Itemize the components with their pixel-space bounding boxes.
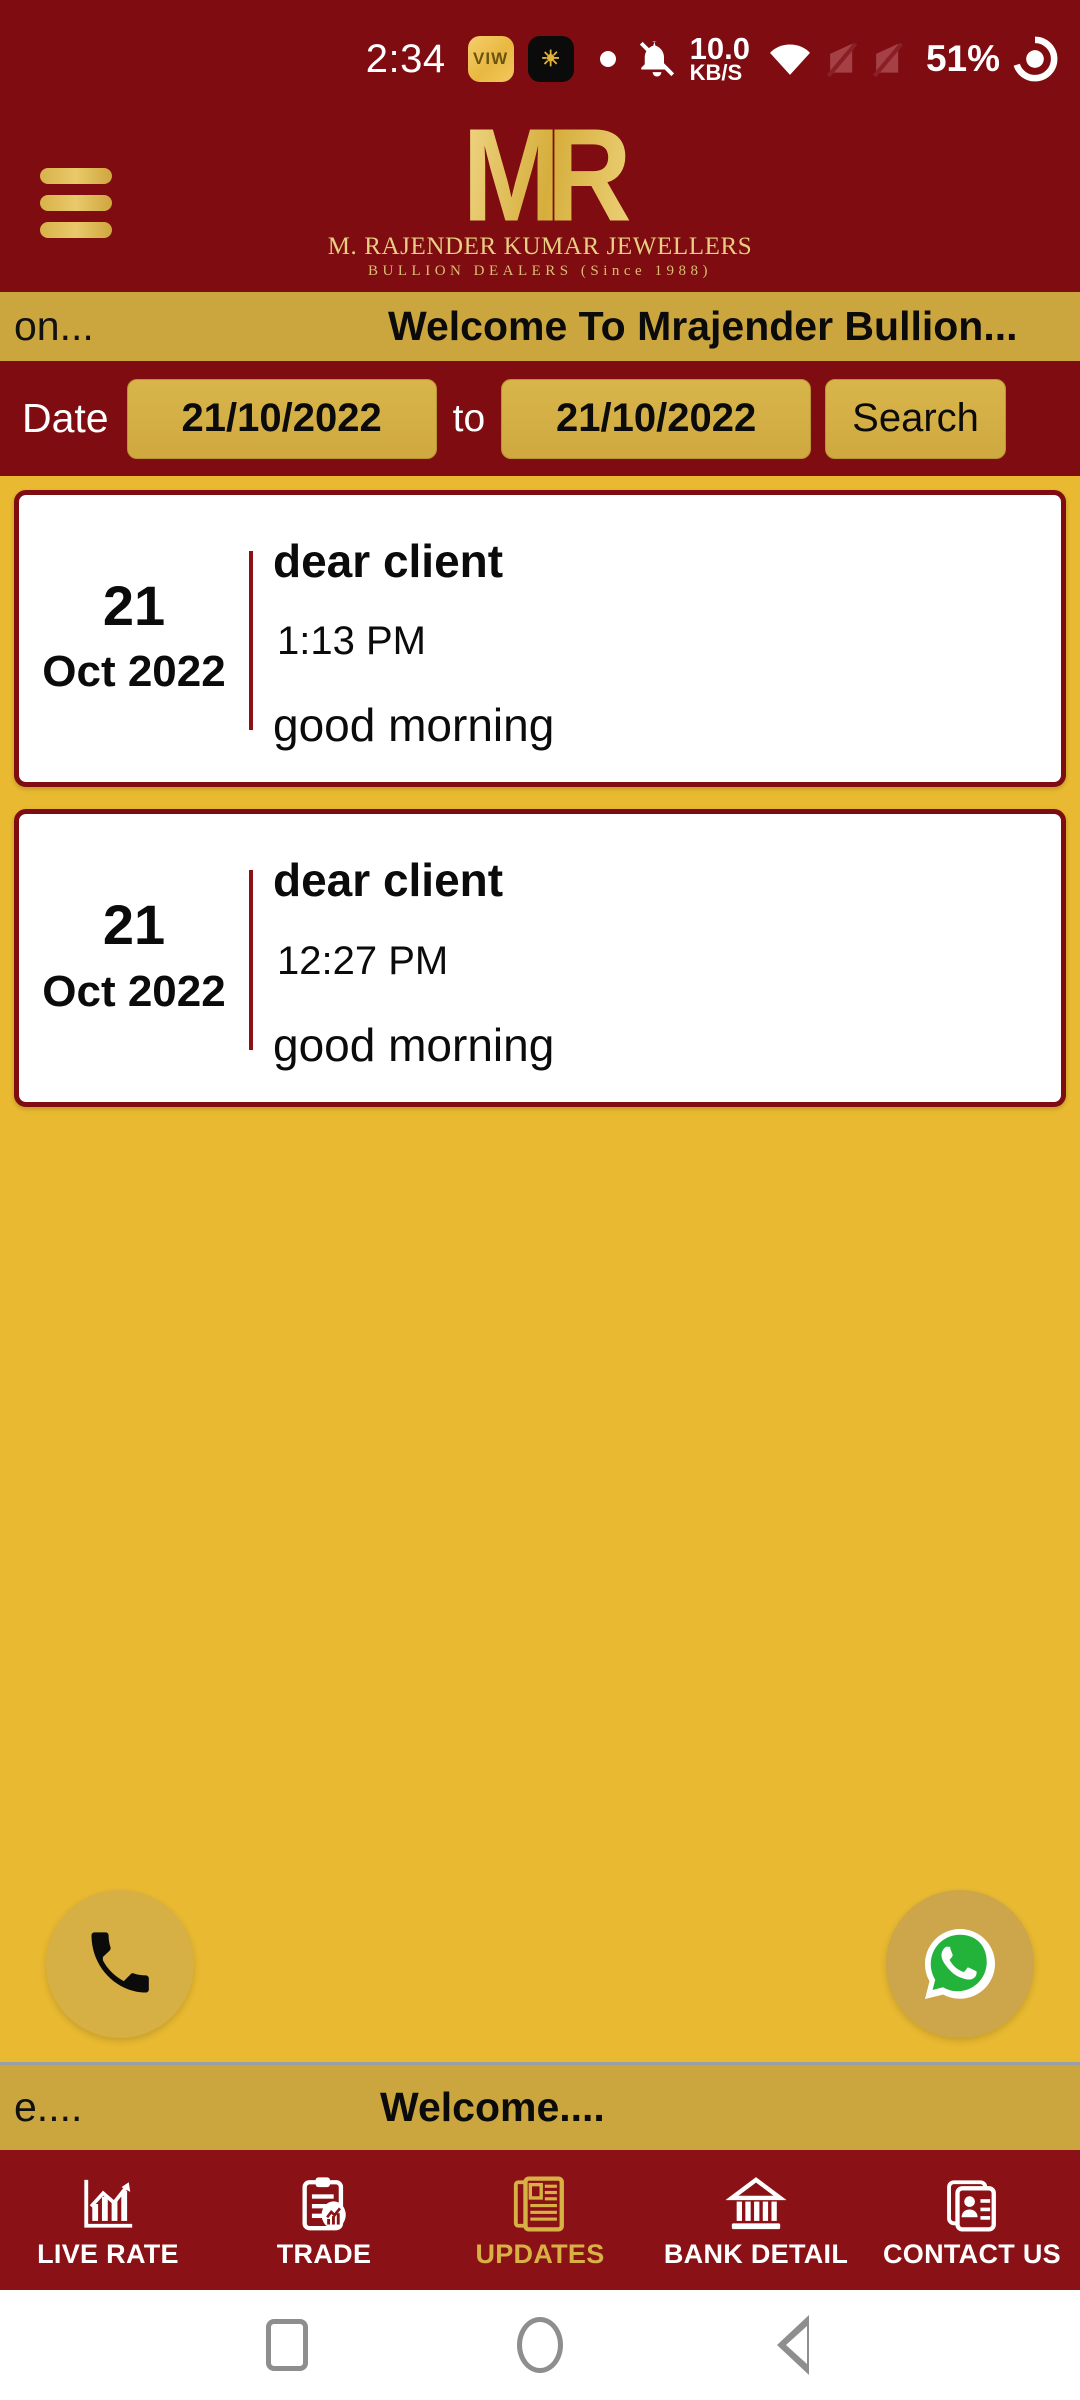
update-card-title: dear client bbox=[273, 535, 504, 587]
nav-label-live-rate: LIVE RATE bbox=[37, 2238, 179, 2269]
bank-icon bbox=[726, 2171, 786, 2233]
nav-item-updates[interactable]: UPDATES bbox=[432, 2150, 648, 2290]
nav-item-trade[interactable]: TRADE bbox=[216, 2150, 432, 2290]
logo-tagline: BULLION DEALERS (Since 1988) bbox=[368, 263, 712, 280]
top-marquee-banner: on... Welcome To Mrajender Bullion... bbox=[0, 288, 1080, 361]
update-card[interactable]: 21 Oct 2022 dear client 1:13 PM good mor… bbox=[14, 490, 1066, 788]
sim2-no-signal-icon bbox=[870, 39, 906, 79]
updates-list: 21 Oct 2022 dear client 1:13 PM good mor… bbox=[0, 476, 1080, 2062]
network-speed-unit: KB/S bbox=[689, 60, 743, 86]
update-card-month-year: Oct 2022 bbox=[42, 966, 226, 1016]
network-speed-indicator: 10.0 KB/S bbox=[689, 30, 750, 86]
notification-app-icon-viw-label: VIW bbox=[473, 49, 509, 68]
app-header: MR M. RAJENDER KUMAR JEWELLERS BULLION D… bbox=[0, 109, 1080, 288]
battery-icon bbox=[1012, 36, 1058, 82]
update-card-month-year: Oct 2022 bbox=[42, 647, 226, 697]
nav-label-trade: TRADE bbox=[276, 2238, 372, 2269]
status-bar: 2:34 VIW ☀ 10.0 KB/S 51% bbox=[0, 0, 1080, 118]
top-marquee-left-text: on... bbox=[14, 303, 94, 349]
chart-icon bbox=[79, 2171, 137, 2233]
update-card-title: dear client bbox=[273, 854, 504, 907]
notification-app-icon-viw: VIW bbox=[467, 36, 514, 82]
nav-label-bank-detail: BANK DETAIL bbox=[663, 2238, 849, 2269]
nav-label-contact-us: CONTACT US bbox=[883, 2238, 1061, 2269]
to-date-input[interactable]: 21/10/2022 bbox=[501, 378, 812, 459]
home-icon bbox=[516, 2317, 563, 2373]
notification-dot-icon bbox=[599, 51, 616, 67]
android-navigation-bar bbox=[0, 2290, 1080, 2400]
newspaper-icon bbox=[512, 2171, 568, 2233]
recents-button[interactable] bbox=[252, 2310, 322, 2380]
bottom-marquee-left-text: e.... bbox=[14, 2084, 83, 2130]
bottom-marquee-center-text: Welcome.... bbox=[380, 2084, 605, 2130]
whatsapp-fab-button[interactable] bbox=[886, 1890, 1034, 2038]
network-speed-value: 10.0 bbox=[689, 30, 750, 66]
call-fab-button[interactable] bbox=[46, 1890, 194, 2038]
nav-item-live-rate[interactable]: LIVE RATE bbox=[0, 2150, 216, 2290]
update-card-body: dear client 12:27 PM good morning bbox=[253, 814, 1061, 1101]
brand-logo: MR M. RAJENDER KUMAR JEWELLERS BULLION D… bbox=[320, 109, 760, 280]
top-marquee-center-text: Welcome To Mrajender Bullion... bbox=[388, 303, 1018, 349]
update-card-body: dear client 1:13 PM good morning bbox=[253, 495, 1061, 782]
back-button[interactable] bbox=[758, 2310, 828, 2380]
notification-app-icon-sun: ☀ bbox=[527, 36, 574, 82]
update-card-date: 21 Oct 2022 bbox=[19, 814, 249, 1101]
phone-icon bbox=[91, 1932, 149, 1993]
update-card-day: 21 bbox=[102, 893, 166, 957]
bell-muted-icon bbox=[636, 38, 678, 80]
update-card-message: good morning bbox=[273, 1018, 555, 1071]
sim1-no-signal-icon bbox=[824, 39, 860, 79]
status-bar-clock: 2:34 bbox=[365, 36, 446, 81]
battery-percent-label: 51% bbox=[925, 38, 1000, 79]
wifi-icon bbox=[768, 38, 812, 80]
hamburger-bar-1 bbox=[40, 168, 112, 184]
update-card-date: 21 Oct 2022 bbox=[19, 495, 249, 782]
from-date-input[interactable]: 21/10/2022 bbox=[126, 378, 437, 459]
update-card-time: 1:13 PM bbox=[277, 619, 426, 664]
contact-card-icon bbox=[944, 2171, 1000, 2233]
nav-item-contact-us[interactable]: CONTACT US bbox=[864, 2150, 1080, 2290]
notification-app-icon-sun-label: ☀ bbox=[540, 46, 561, 71]
bottom-marquee-banner: e.... Welcome.... bbox=[0, 2062, 1080, 2150]
to-label: to bbox=[452, 396, 486, 440]
update-card-day: 21 bbox=[102, 574, 166, 638]
hamburger-menu-icon[interactable] bbox=[40, 168, 112, 238]
update-card[interactable]: 21 Oct 2022 dear client 12:27 PM good mo… bbox=[14, 809, 1066, 1107]
nav-label-updates: UPDATES bbox=[475, 2238, 605, 2269]
bottom-navigation-bar: LIVE RATE TRADE UPDATES BANK DETAIL CONT… bbox=[0, 2150, 1080, 2290]
home-button[interactable] bbox=[505, 2310, 575, 2380]
date-search-bar: Date 21/10/2022 to 21/10/2022 Search bbox=[0, 361, 1080, 476]
nav-item-bank-detail[interactable]: BANK DETAIL bbox=[648, 2150, 864, 2290]
hamburger-bar-2 bbox=[40, 195, 112, 211]
logo-monogram: MR bbox=[320, 109, 760, 242]
search-button[interactable]: Search bbox=[825, 378, 1006, 459]
clipboard-icon bbox=[297, 2171, 351, 2233]
whatsapp-icon bbox=[925, 1929, 995, 1999]
hamburger-bar-3 bbox=[40, 222, 112, 238]
date-label: Date bbox=[22, 395, 109, 441]
back-icon bbox=[777, 2315, 810, 2375]
app-root: 2:34 VIW ☀ 10.0 KB/S 51% MR M. RAJENDER … bbox=[0, 0, 1080, 2400]
recents-icon bbox=[265, 2319, 308, 2371]
update-card-message: good morning bbox=[273, 699, 555, 752]
update-card-time: 12:27 PM bbox=[277, 938, 449, 983]
